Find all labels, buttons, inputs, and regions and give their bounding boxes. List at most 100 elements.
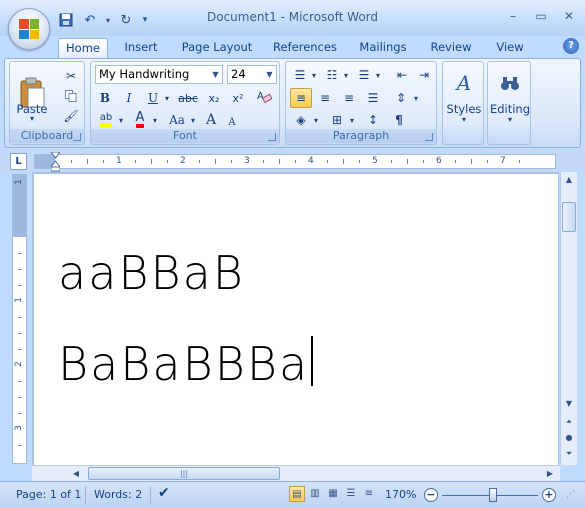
align-center-icon[interactable]: ≡: [314, 88, 336, 108]
vertical-ruler-tick: [18, 333, 21, 334]
minimize-button[interactable]: –: [501, 6, 525, 26]
zoom-level[interactable]: 170%: [385, 488, 416, 501]
tab-insert[interactable]: Insert: [118, 38, 164, 58]
zoom-slider-thumb[interactable]: [488, 488, 497, 502]
close-button[interactable]: ✕: [557, 6, 581, 26]
horizontal-scroll-thumb[interactable]: |||: [88, 467, 280, 480]
document-line-2[interactable]: BaBaBBBa: [58, 336, 314, 391]
line-spacing-icon[interactable]: ⇕: [390, 88, 412, 108]
underline-dropdown-icon[interactable]: ▾: [163, 88, 171, 108]
cut-icon[interactable]: ✂: [62, 66, 80, 86]
ruler-tick: [423, 160, 424, 163]
shading-dropdown-icon[interactable]: ▾: [312, 110, 320, 130]
font-color-dropdown-icon[interactable]: ▾: [151, 110, 159, 130]
change-case-dropdown-icon[interactable]: ▾: [189, 110, 197, 130]
borders-dropdown-icon[interactable]: ▾: [348, 110, 356, 130]
strikethrough-button[interactable]: abc: [175, 88, 201, 108]
font-color-button[interactable]: A: [129, 110, 151, 130]
vertical-ruler[interactable]: 1 2 3 1: [12, 174, 27, 464]
zoom-out-icon[interactable]: −: [424, 488, 438, 502]
scroll-right-icon[interactable]: ▶: [542, 466, 558, 481]
tab-review[interactable]: Review: [426, 38, 476, 58]
paste-dropdown-icon[interactable]: ▾: [28, 114, 36, 123]
zoom-in-icon[interactable]: +: [542, 488, 556, 502]
shading-icon[interactable]: ◈: [290, 110, 312, 130]
indent-marker-icon[interactable]: [51, 152, 60, 172]
highlight-button[interactable]: ab: [95, 110, 117, 130]
document-page[interactable]: aaBBaB BaBaBBBa: [34, 174, 558, 465]
increase-indent-icon[interactable]: ⇥: [414, 65, 434, 85]
decrease-indent-icon[interactable]: ⇤: [392, 65, 412, 85]
outline-view-icon[interactable]: ☰: [343, 486, 359, 502]
ruler-bar: L 1234567 ⊟: [0, 150, 585, 320]
ruler-tick: [151, 159, 152, 164]
change-case-button[interactable]: Aa: [165, 110, 189, 130]
align-right-icon[interactable]: ≡: [338, 88, 360, 108]
italic-button[interactable]: I: [119, 88, 139, 108]
multilevel-list-icon[interactable]: ☰: [354, 65, 374, 85]
paragraph-launcher-icon[interactable]: [425, 133, 433, 141]
numbering-dropdown-icon[interactable]: ▾: [342, 65, 350, 85]
help-icon[interactable]: ?: [563, 38, 579, 54]
ruler-tick: [455, 160, 456, 163]
draft-view-icon[interactable]: ≡: [361, 486, 377, 502]
tab-page-layout[interactable]: Page Layout: [180, 38, 254, 58]
grow-font-button[interactable]: A: [201, 110, 221, 130]
format-painter-icon[interactable]: 🖌: [62, 106, 80, 126]
vertical-ruler-number: 1: [13, 179, 24, 185]
document-line-1[interactable]: aaBBaB: [58, 246, 245, 300]
editing-group[interactable]: Editing ▾: [487, 61, 531, 145]
tab-home[interactable]: Home: [58, 38, 108, 58]
line-spacing-dropdown-icon[interactable]: ▾: [412, 88, 420, 108]
sort-icon[interactable]: ↕: [362, 110, 384, 130]
horizontal-scrollbar[interactable]: ◀ ||| ▶: [32, 465, 560, 481]
full-screen-reading-icon[interactable]: ▥: [307, 486, 323, 502]
tab-references[interactable]: References: [270, 38, 340, 58]
previous-page-icon[interactable]: ⏶: [561, 414, 577, 430]
vertical-scrollbar[interactable]: ▲ ▼ ⏶ ● ⏷: [560, 172, 577, 465]
superscript-button[interactable]: x²: [227, 88, 249, 108]
bold-button[interactable]: B: [95, 88, 115, 108]
print-layout-icon[interactable]: ▤: [289, 486, 305, 502]
bullets-icon[interactable]: ☰: [290, 65, 310, 85]
vertical-ruler-tick: [18, 397, 21, 398]
numbering-icon[interactable]: ☷: [322, 65, 342, 85]
subscript-button[interactable]: x₂: [203, 88, 225, 108]
ruler-tick: [103, 160, 104, 163]
select-browse-object-icon[interactable]: ●: [561, 430, 577, 446]
font-launcher-icon[interactable]: [268, 133, 276, 141]
show-hide-button[interactable]: ¶: [388, 110, 410, 130]
vertical-scroll-thumb[interactable]: [562, 202, 576, 232]
word-count[interactable]: Words: 2: [94, 488, 142, 501]
restore-button[interactable]: ▭: [529, 6, 553, 26]
justify-icon[interactable]: ☰: [362, 88, 384, 108]
copy-icon[interactable]: [62, 86, 80, 106]
web-layout-icon[interactable]: ▦: [325, 486, 341, 502]
font-name-combo[interactable]: My Handwriting ▼: [95, 65, 223, 84]
resize-grip-icon[interactable]: ⋰: [566, 490, 575, 500]
proofing-icon[interactable]: ✔: [158, 485, 170, 501]
page-count[interactable]: Page: 1 of 1: [16, 488, 81, 501]
tab-mailings[interactable]: Mailings: [354, 38, 412, 58]
borders-icon[interactable]: ⊞: [326, 110, 348, 130]
align-left-icon[interactable]: ≡: [290, 88, 312, 108]
highlight-dropdown-icon[interactable]: ▾: [117, 110, 125, 130]
underline-button[interactable]: U: [143, 88, 163, 108]
clear-formatting-icon[interactable]: A: [253, 86, 275, 106]
multilevel-dropdown-icon[interactable]: ▾: [374, 65, 382, 85]
scroll-left-icon[interactable]: ◀: [68, 466, 84, 481]
scroll-down-icon[interactable]: ▼: [561, 396, 577, 412]
scroll-up-icon[interactable]: ▲: [561, 172, 577, 188]
font-size-combo[interactable]: 24 ▼: [227, 65, 277, 84]
office-button[interactable]: [8, 8, 50, 50]
tab-view[interactable]: View: [490, 38, 530, 58]
ruler-number: 2: [180, 156, 186, 166]
tab-selector-button[interactable]: L: [10, 153, 27, 170]
vertical-ruler-tick: [18, 445, 21, 446]
styles-group[interactable]: A Styles ▾: [442, 61, 484, 145]
bullets-dropdown-icon[interactable]: ▾: [310, 65, 318, 85]
vertical-ruler-tick: [18, 381, 21, 382]
clipboard-launcher-icon[interactable]: [73, 133, 81, 141]
horizontal-ruler[interactable]: 1 2 3 4 5 6 7: [34, 152, 556, 172]
next-page-icon[interactable]: ⏷: [561, 446, 577, 462]
